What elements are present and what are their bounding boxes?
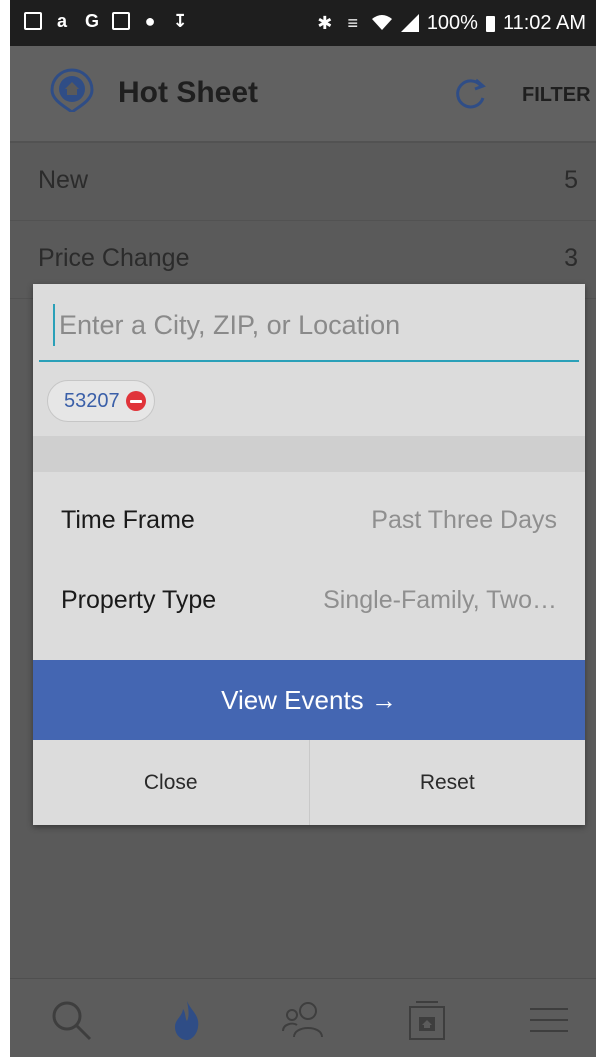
refresh-icon[interactable] [450,74,490,114]
page-title: Hot Sheet [118,76,259,109]
app-bar: Hot Sheet FILTER [10,46,596,143]
notification-icons: a G ● ↧ [24,11,190,31]
app-logo-icon[interactable] [50,68,94,112]
filter-button[interactable]: FILTER [522,84,591,107]
phone-screen: a G ● ↧ ✱ ≡ 100% 11:02 AM Hot Sheet FILT… [10,0,596,1057]
search-icon[interactable] [48,997,94,1043]
reset-button[interactable]: Reset [308,740,586,825]
option-label: Property Type [61,586,217,614]
people-icon[interactable] [280,997,326,1043]
remove-icon[interactable] [125,391,146,411]
filter-modal: 53207 Time Frame Past Three Days Propert… [33,284,585,825]
wifi-icon [371,15,392,30]
bluetooth-icon: ✱ [317,13,333,33]
view-events-button[interactable]: View Events → [33,660,585,740]
google-notification-icon: G [84,11,99,31]
battery-icon [485,16,495,32]
gallery-notification-icon [24,12,42,30]
bottom-navigation [10,978,596,1057]
download-notification-icon: ↧ [172,11,188,31]
flame-icon[interactable] [164,997,210,1043]
location-search-input[interactable] [53,304,571,346]
messenger-notification-icon: ● [144,11,156,31]
location-chip[interactable]: 53207 [47,380,155,422]
chip-label: 53207 [64,389,120,412]
signal-icon [400,14,419,32]
battery-percentage: 100% [426,12,478,34]
home-listing-icon[interactable] [404,997,450,1043]
system-status: ✱ ≡ 100% 11:02 AM [315,11,586,35]
list-item-label: New [38,166,89,194]
list-item-count: 3 [564,244,578,272]
option-label: Time Frame [61,506,195,534]
clock: 11:02 AM [502,12,586,34]
status-bar: a G ● ↧ ✱ ≡ 100% 11:02 AM [10,0,596,46]
search-field-container [39,284,579,362]
property-type-row[interactable]: Property Type Single-Family, Two… [33,560,585,640]
option-value: Single-Family, Two… [323,586,557,614]
close-button[interactable]: Close [33,740,309,825]
section-divider [33,436,585,472]
list-item-count: 5 [564,166,578,194]
option-value: Past Three Days [371,506,557,534]
amazon-notification-icon: a [56,11,67,31]
time-frame-row[interactable]: Time Frame Past Three Days [33,480,585,560]
list-item[interactable]: New 5 [10,142,596,221]
message-notification-icon [112,12,130,30]
list-item-label: Price Change [38,244,190,272]
vibrate-icon: ≡ [347,13,359,33]
menu-icon[interactable] [526,997,572,1043]
modal-actions: Close Reset [33,740,585,825]
